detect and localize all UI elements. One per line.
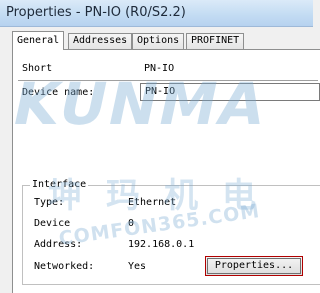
tab-options[interactable]: Options [132,33,185,49]
divider-highlight [18,81,318,82]
title-bar[interactable]: Properties - PN-IO (R0/S2.2) [0,0,313,27]
networked-value: Yes [128,261,147,272]
tab-general[interactable]: General [12,31,65,50]
device-value: 0 [128,218,135,229]
tab-addresses[interactable]: Addresses [68,33,133,49]
device-name-field[interactable]: PN-IO [140,83,320,101]
device-name-value: PN-IO [145,86,176,97]
type-label: Type: [34,197,65,208]
window-title: Properties - PN-IO (R0/S2.2) [6,5,186,20]
interface-legend: Interface [30,179,89,190]
device-name-label: Device name: [22,87,95,98]
type-value: Ethernet [128,197,177,208]
properties-button[interactable]: Properties... [205,256,303,276]
networked-label: Networked: [34,261,95,272]
device-label: Device [34,218,71,229]
short-label: Short [22,63,53,74]
address-label: Address: [34,239,83,250]
short-value: PN-IO [144,63,175,74]
tab-profinet[interactable]: PROFINET [186,33,245,49]
address-value: 192.168.0.1 [128,239,195,250]
